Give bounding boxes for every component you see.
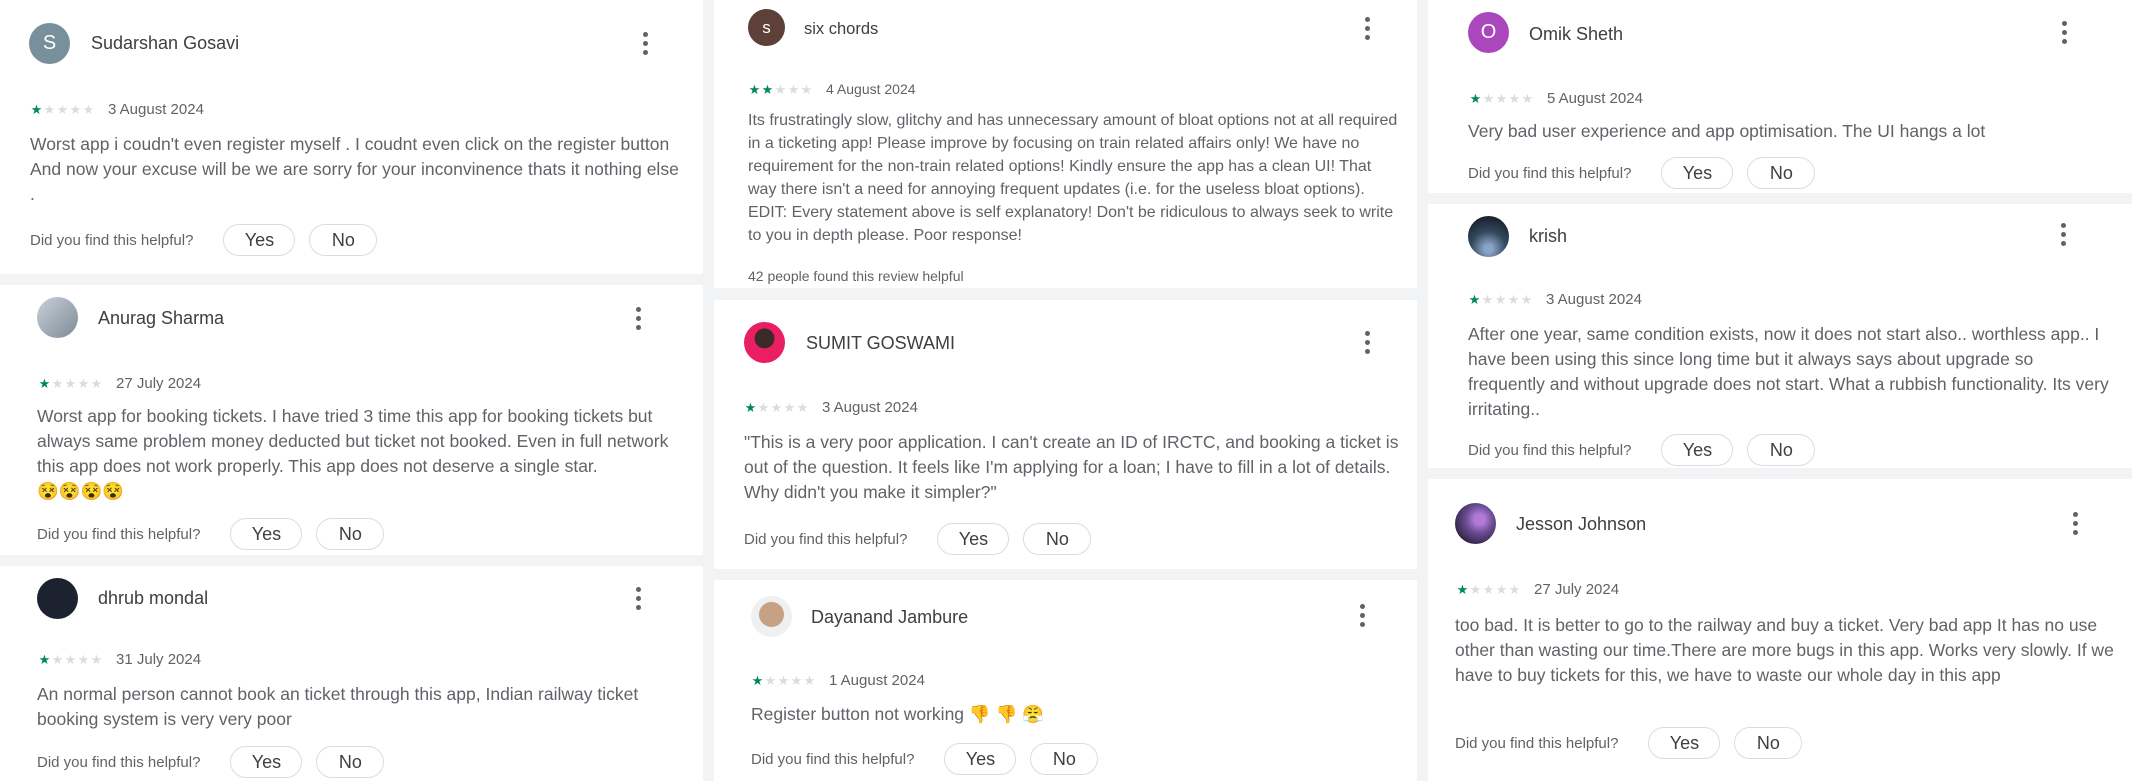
star-rating: ★ ★ ★ ★ ★ — [1468, 292, 1533, 307]
more-options-icon[interactable] — [635, 31, 655, 59]
review-date: 31 July 2024 — [116, 651, 202, 668]
star-rating: ★ ★ ★ ★ ★ — [751, 673, 816, 688]
helpful-no-button[interactable]: No — [1030, 743, 1099, 775]
helpful-no-button[interactable]: No — [1734, 727, 1803, 759]
avatar: O — [1468, 12, 1509, 53]
reviewer-name: Jesson Johnson — [1516, 514, 1647, 534]
helpful-yes-button[interactable]: Yes — [937, 523, 1010, 555]
helpful-yes-button[interactable]: Yes — [1661, 157, 1734, 189]
review-text: An normal person cannot book an ticket t… — [37, 684, 639, 729]
review-text: too bad. It is better to go to the railw… — [1455, 615, 2114, 685]
avatar: s — [748, 9, 785, 46]
helpful-no-button[interactable]: No — [1023, 523, 1092, 555]
more-options-icon[interactable] — [628, 306, 648, 334]
helpful-question: Did you find this helpful? — [1468, 441, 1632, 459]
star-rating: ★ ★ ★ ★ ★ — [748, 81, 813, 97]
review-emoji: 😵😵😵😵 — [37, 481, 125, 501]
review-card: O Omik Sheth ★ ★ ★ ★ ★ 5 August 2024 Very ba… — [1428, 0, 2132, 193]
star-rating: ★ ★ ★ ★ ★ — [30, 102, 95, 117]
avatar — [1468, 216, 1509, 257]
review-text: Its frustratingly slow, glitchy and has … — [748, 112, 1398, 244]
review-card: krish ★ ★ ★ ★ ★ 3 August 2024 After one year… — [1428, 204, 2132, 468]
reviewer-name: SUMIT GOSWAMI — [806, 333, 956, 353]
helpful-yes-button[interactable]: Yes — [223, 224, 296, 256]
star-rating: ★ ★ ★ ★ ★ — [38, 652, 103, 667]
review-text: "This is a very poor application. I can'… — [744, 432, 1399, 502]
review-card: dhrub mondal ★ ★ ★ ★ ★ 31 July 2024 An norma… — [0, 566, 703, 781]
reviewer-name: dhrub mondal — [98, 588, 209, 608]
review-card: Dayanand Jambure ★ ★ ★ ★ ★ 1 August 2024 Reg… — [714, 580, 1417, 781]
review-text: Worst app i coudn't even register myself… — [30, 134, 679, 204]
helpful-yes-button[interactable]: Yes — [944, 743, 1017, 775]
helpful-no-button[interactable]: No — [309, 224, 378, 256]
review-text: Very bad user experience and app optimis… — [1468, 121, 1986, 141]
more-options-icon[interactable] — [2054, 20, 2074, 48]
more-options-icon[interactable] — [628, 586, 648, 614]
avatar: S — [29, 23, 70, 64]
helpful-yes-button[interactable]: Yes — [230, 746, 303, 778]
helpful-question: Did you find this helpful? — [751, 750, 915, 768]
review-card: Anurag Sharma ★ ★ ★ ★ ★ 27 July 2024 Worst a… — [0, 285, 703, 555]
review-card: Jesson Johnson ★ ★ ★ ★ ★ 27 July 2024 too ba… — [1428, 479, 2132, 781]
helpful-no-button[interactable]: No — [1747, 434, 1816, 466]
more-options-icon[interactable] — [1357, 330, 1377, 358]
avatar — [751, 596, 792, 637]
review-card: S Sudarshan Gosavi ★ ★ ★ ★ ★ 3 August 2024 W… — [0, 0, 703, 274]
reviewer-name: krish — [1529, 226, 1568, 246]
review-date: 1 August 2024 — [829, 672, 925, 689]
helpful-question: Did you find this helpful? — [1455, 734, 1619, 752]
reviewer-name: Omik Sheth — [1529, 24, 1624, 44]
helpful-no-button[interactable]: No — [316, 518, 385, 550]
more-options-icon[interactable] — [1357, 16, 1377, 44]
star-rating: ★ ★ ★ ★ ★ — [38, 376, 103, 391]
review-text: Worst app for booking tickets. I have tr… — [37, 406, 669, 476]
helpful-no-button[interactable]: No — [1747, 157, 1816, 189]
review-card: s six chords ★ ★ ★ ★ ★ 4 August 2024 Its fru… — [714, 0, 1417, 288]
star-rating: ★ ★ ★ ★ ★ — [1469, 91, 1534, 106]
more-options-icon[interactable] — [2053, 222, 2073, 250]
reviewer-name: Sudarshan Gosavi — [91, 33, 240, 53]
helpful-yes-button[interactable]: Yes — [1648, 727, 1721, 759]
helpful-question: Did you find this helpful? — [30, 231, 194, 249]
helpful-question: Did you find this helpful? — [37, 753, 201, 771]
helpful-yes-button[interactable]: Yes — [1661, 434, 1734, 466]
review-text: Register button not working — [751, 704, 965, 724]
helpful-count: 42 people found this review helpful — [748, 268, 964, 284]
avatar — [37, 578, 78, 619]
review-date: 5 August 2024 — [1547, 90, 1643, 107]
more-options-icon[interactable] — [1352, 603, 1372, 631]
more-options-icon[interactable] — [2065, 511, 2085, 539]
avatar — [1455, 503, 1496, 544]
helpful-question: Did you find this helpful? — [37, 525, 201, 543]
review-text: After one year, same condition exists, n… — [1468, 324, 2109, 419]
review-date: 27 July 2024 — [116, 375, 202, 392]
review-date: 4 August 2024 — [826, 81, 916, 97]
review-emoji: 👎 👎 😤 — [968, 704, 1045, 724]
review-date: 27 July 2024 — [1534, 581, 1620, 598]
review-date: 3 August 2024 — [1546, 291, 1642, 308]
reviewer-name: Anurag Sharma — [98, 308, 225, 328]
avatar — [744, 322, 785, 363]
reviewer-name: six chords — [804, 20, 879, 38]
star-rating: ★ ★ ★ ★ ★ — [744, 400, 809, 415]
helpful-question: Did you find this helpful? — [1468, 164, 1632, 182]
review-card: SUMIT GOSWAMI ★ ★ ★ ★ ★ 3 August 2024 "This … — [714, 300, 1417, 569]
helpful-yes-button[interactable]: Yes — [230, 518, 303, 550]
review-date: 3 August 2024 — [822, 399, 918, 416]
helpful-no-button[interactable]: No — [316, 746, 385, 778]
star-rating: ★ ★ ★ ★ ★ — [1456, 582, 1521, 597]
review-date: 3 August 2024 — [108, 101, 204, 118]
avatar — [37, 297, 78, 338]
helpful-question: Did you find this helpful? — [744, 530, 908, 548]
reviewer-name: Dayanand Jambure — [811, 607, 969, 627]
